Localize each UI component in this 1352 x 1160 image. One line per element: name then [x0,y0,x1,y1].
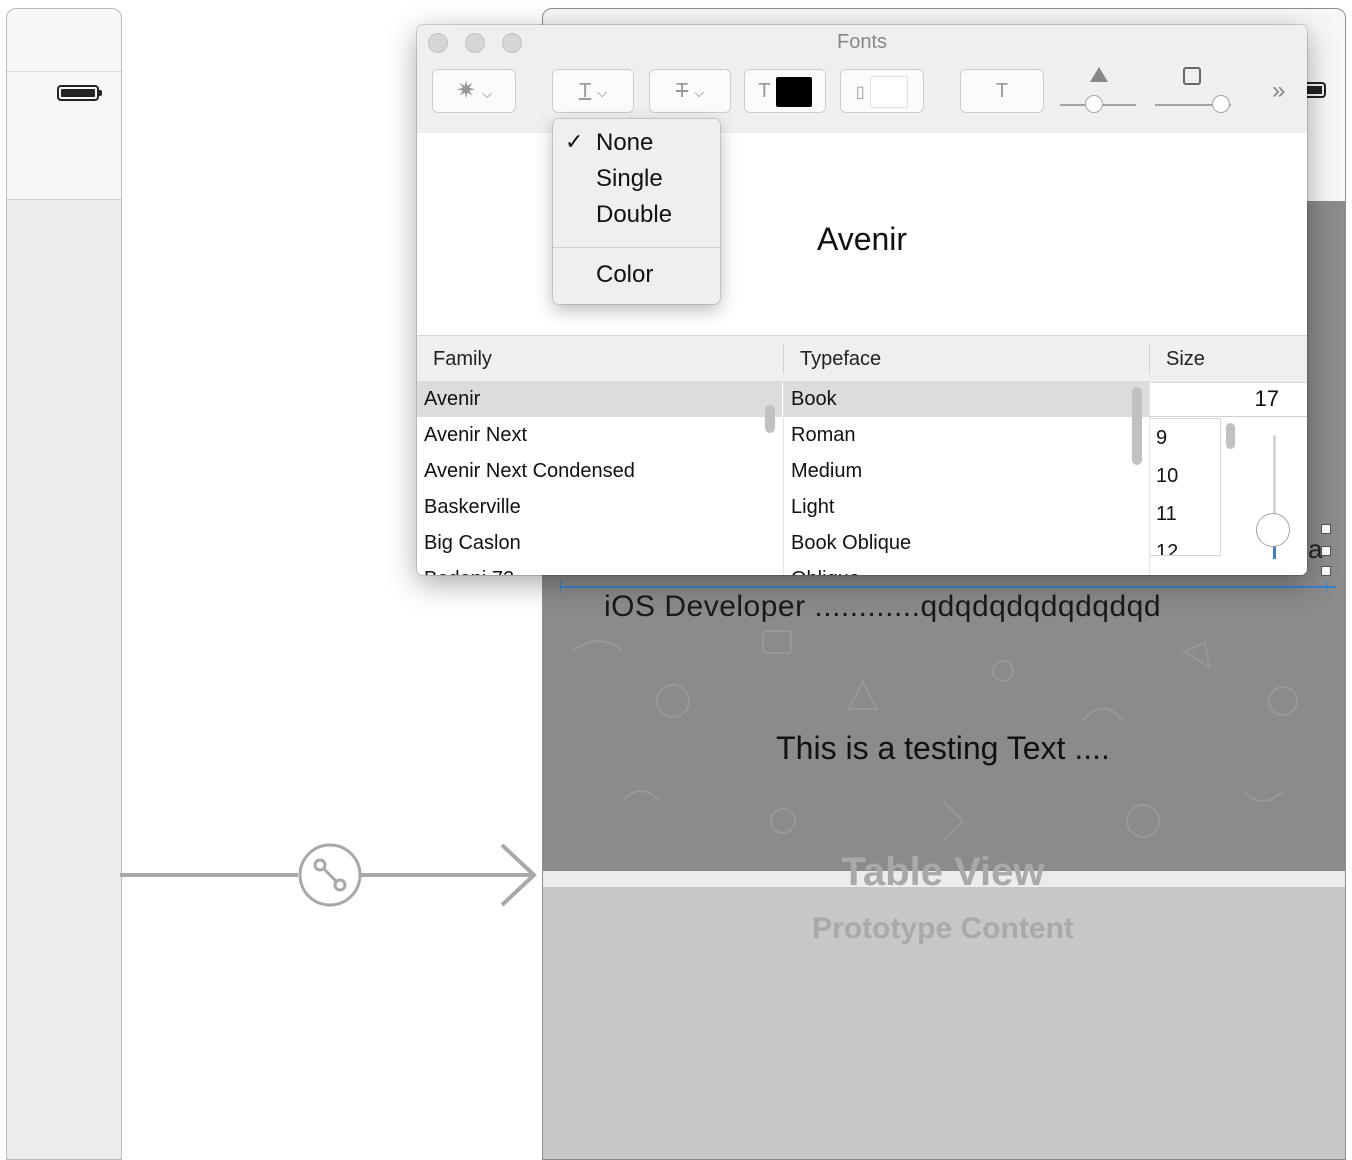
document-color-button[interactable]: ▯ [840,69,924,113]
chevron-down-icon: ⌵ [482,86,492,101]
text-shadow-icon: T [995,80,1009,102]
slider-knob[interactable] [1085,95,1103,113]
list-item[interactable]: Book Oblique [784,525,1149,561]
text-color-icon: T [758,80,771,102]
typeface-scrollbar[interactable] [1132,387,1142,465]
list-item[interactable]: 9 [1150,419,1220,457]
size-scrollbar[interactable] [1226,423,1235,449]
list-item[interactable]: Roman [784,417,1149,453]
shadow-button[interactable]: T [960,69,1044,113]
list-item[interactable]: Book [784,381,1149,417]
list-item[interactable]: Avenir Next Condensed [417,453,782,489]
slider-knob[interactable] [1212,95,1230,113]
gear-icon: ✷ [456,77,477,104]
family-list[interactable]: Avenir Avenir Next Avenir Next Condensed… [417,381,782,575]
size-slider-knob[interactable] [1256,513,1290,547]
status-bar-divider [7,71,121,72]
resize-handle[interactable] [1321,546,1331,556]
cell-body-label[interactable]: This is a testing Text .... [542,730,1344,767]
shadow-opacity-icon [1090,67,1108,82]
text-color-swatch [775,76,812,107]
typeface-list[interactable]: Book Roman Medium Light Book Oblique Obl… [784,381,1149,575]
list-item[interactable]: Light [784,489,1149,525]
more-icon[interactable]: » [1272,77,1285,105]
cell-title-label[interactable]: iOS Developer ............qdqdqdqdqdqdqd [604,590,1161,624]
panel-titlebar[interactable]: Fonts ✷ ⌵ T ⌵ T ⌵ T ▯ T » [417,25,1307,134]
list-item[interactable]: Oblique [784,561,1149,575]
list-item[interactable]: Big Caslon [417,525,782,561]
chevron-down-icon: ⌵ [597,85,608,100]
family-scrollbar[interactable] [765,405,775,433]
list-item[interactable]: 12 [1150,533,1220,555]
size-column-header: Size [1166,348,1205,370]
document-color-swatch [870,75,909,108]
list-item[interactable]: Baskerville [417,489,782,525]
menu-separator [553,247,720,248]
selection-guide-line [560,586,1336,588]
strikethrough-icon: T [675,80,689,102]
source-scene[interactable] [6,8,122,1160]
underline-menu[interactable]: ✓ None Single Double Color [553,119,720,304]
segue-connector[interactable] [120,840,542,910]
strikethrough-button[interactable]: T ⌵ [649,69,731,113]
menu-item-color[interactable]: Color [596,261,653,289]
table-view-placeholder-title: Table View [841,850,1045,894]
size-list[interactable]: 9 10 11 12 [1150,418,1221,556]
list-item[interactable]: 10 [1150,457,1220,495]
shadow-blur-icon [1183,67,1201,85]
action-menu-button[interactable]: ✷ ⌵ [432,69,516,113]
resize-handle[interactable] [1321,524,1331,534]
column-divider [783,344,784,374]
panel-title: Fonts [836,31,888,53]
document-icon: ▯ [855,84,865,101]
menu-item-single[interactable]: Single [596,165,663,193]
text-color-button[interactable]: T [744,69,826,113]
navigation-bar [7,9,121,200]
fonts-panel[interactable]: Fonts ✷ ⌵ T ⌵ T ⌵ T ▯ T » Avenir Family … [417,25,1307,575]
family-column-header: Family [433,348,492,370]
resize-handle[interactable] [1321,566,1331,576]
column-divider [1149,344,1150,374]
font-preview-area: Avenir [417,133,1307,335]
selection-guide-tick [560,581,561,593]
underline-icon: T [578,80,592,102]
column-headers: Family Typeface Size [417,335,1307,383]
menu-item-none[interactable]: None [596,129,653,157]
list-item[interactable]: Medium [784,453,1149,489]
typeface-column-header: Typeface [800,348,882,370]
font-preview-text: Avenir [816,221,908,257]
list-item[interactable]: Bodoni 72 [417,561,782,575]
battery-icon [57,85,102,101]
chevron-down-icon: ⌵ [694,85,705,100]
list-item[interactable]: Avenir Next [417,417,782,453]
selection-guide-tick [1326,581,1327,593]
list-item[interactable]: 11 [1150,495,1220,533]
menu-item-double[interactable]: Double [596,201,672,229]
size-input[interactable]: 17 [1150,381,1307,417]
list-item[interactable]: Avenir [417,381,782,417]
table-view-placeholder-subtitle: Prototype Content [812,912,1074,945]
underline-button[interactable]: T ⌵ [552,69,634,113]
checkmark-icon: ✓ [565,129,584,154]
segue-icon[interactable] [298,843,362,907]
